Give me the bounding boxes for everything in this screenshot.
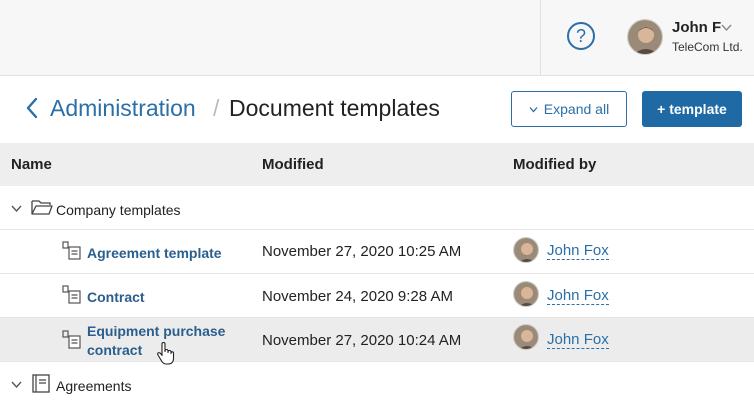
chevron-down-icon (529, 106, 538, 112)
back-arrow-icon[interactable] (24, 96, 40, 120)
modified-date: November 27, 2020 10:24 AM (262, 332, 462, 349)
avatar (513, 281, 539, 307)
modified-date: November 27, 2020 10:25 AM (262, 243, 462, 260)
user-avatar[interactable] (627, 19, 663, 55)
group-label: Agreements (56, 378, 132, 394)
group-label: Company templates (56, 202, 181, 218)
column-header-name[interactable]: Name (11, 156, 52, 173)
chevron-down-icon[interactable] (721, 22, 732, 33)
group-row-agreements[interactable]: Agreements (0, 362, 754, 407)
modified-date: November 24, 2020 9:28 AM (262, 288, 453, 305)
modified-by-link[interactable]: John Fox (547, 242, 609, 260)
breadcrumb-administration[interactable]: Administration (50, 95, 196, 122)
page-title: Document templates (229, 95, 440, 121)
user-name[interactable]: John F (672, 19, 721, 36)
document-template-icon (62, 285, 81, 304)
table-header: Name Modified Modified by (0, 143, 754, 186)
template-name-link[interactable]: Contract (87, 288, 145, 307)
user-company: TeleCom Ltd. (672, 40, 743, 54)
column-header-modified-by[interactable]: Modified by (513, 156, 596, 173)
avatar-image (514, 282, 538, 306)
add-template-button[interactable]: + template (642, 91, 742, 127)
book-icon (32, 374, 50, 393)
chevron-down-icon[interactable] (11, 379, 22, 390)
breadcrumb-separator: / (213, 95, 220, 121)
group-row-company-templates[interactable]: Company templates (0, 186, 754, 230)
document-template-icon (62, 330, 81, 349)
table-row[interactable]: Equipment purchase contract November 27,… (0, 318, 754, 362)
column-header-modified[interactable]: Modified (262, 156, 324, 173)
expand-all-label: Expand all (543, 101, 610, 117)
chevron-down-icon[interactable] (11, 203, 22, 214)
avatar (513, 237, 539, 263)
avatar-image (514, 325, 538, 349)
help-button[interactable]: ? (567, 22, 595, 50)
avatar-image (628, 20, 662, 54)
header-divider (540, 0, 541, 76)
top-bar: ? John F TeleCom Ltd. (0, 0, 754, 76)
document-template-icon (62, 241, 81, 260)
table-row[interactable]: Agreement template November 27, 2020 10:… (0, 230, 754, 274)
modified-by-link[interactable]: John Fox (547, 331, 609, 349)
folder-open-icon (31, 200, 53, 215)
template-name-line1: Equipment purchase (87, 323, 226, 339)
avatar-image (514, 238, 538, 262)
expand-all-button[interactable]: Expand all (511, 91, 627, 127)
table-row[interactable]: Contract November 24, 2020 9:28 AM John … (0, 274, 754, 318)
modified-by-link[interactable]: John Fox (547, 287, 609, 305)
avatar (513, 324, 539, 350)
template-name-link[interactable]: Agreement template (87, 244, 222, 263)
